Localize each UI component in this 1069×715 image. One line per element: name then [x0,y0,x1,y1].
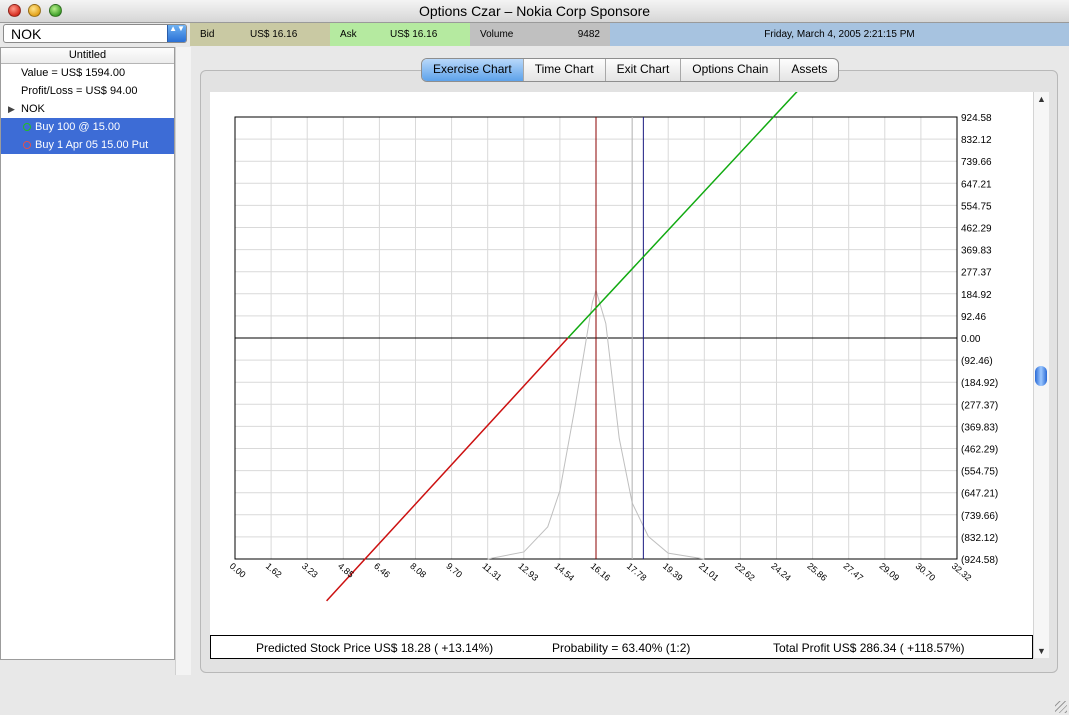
tab-exit-chart[interactable]: Exit Chart [606,59,682,81]
chart-vertical-scrollbar[interactable]: ▲ ▼ [1033,92,1049,658]
x-tick-label: 14.54 [553,561,577,583]
x-tick-label: 1.62 [264,561,284,580]
profit-loss-line [567,92,798,339]
symbol-select[interactable]: NOK ▲▼ [3,24,187,43]
position-label: Buy 100 @ 15.00 [35,121,121,133]
exercise-chart[interactable]: 924.58 832.12 739.66 647.21 554.75 462.29 369.… [210,92,1033,658]
profit-lines-group [326,92,798,602]
window-resize-grip[interactable] [1055,701,1067,713]
y-tick-label: (832.12) [961,533,998,544]
tab-time-chart[interactable]: Time Chart [524,59,606,81]
x-tick-label: 30.70 [914,561,938,583]
portfolio-sidebar: Untitled Value = US$ 1594.00 Profit/Loss… [0,47,175,660]
y-tick-label: 462.29 [961,224,992,235]
y-tick-label: 184.92 [961,290,992,301]
y-tick-label: (92.46) [961,356,993,367]
predicted-price-text: Predicted Stock Price US$ 18.28 ( +13.14… [256,641,494,655]
quote-bar: Bid US$ 16.16 Ask US$ 16.16 Volume 9482 … [190,23,1069,46]
scroll-down-arrow-icon[interactable]: ▼ [1037,646,1046,656]
y-tick-label: (369.83) [961,422,998,433]
y-tick-label: 832.12 [961,135,992,146]
ask-label: Ask [340,29,357,40]
y-tick-label: 924.58 [961,113,992,124]
y-tick-label: (277.37) [961,400,998,411]
bid-label: Bid [200,29,215,40]
y-tick-label: 277.37 [961,268,992,279]
x-tick-label: 19.39 [661,561,685,583]
quote-datetime: Friday, March 4, 2005 2:21:15 PM [610,23,1069,46]
y-tick-label: 647.21 [961,179,992,190]
probability-text: Probability = 63.40% (1:2) [552,641,691,655]
updown-arrow-icon: ▲▼ [167,25,186,42]
x-tick-label: 27.47 [841,561,865,583]
position-row[interactable]: Buy 100 @ 15.00 [1,118,174,136]
x-tick-label: 22.62 [733,561,757,583]
scroll-up-arrow-icon[interactable]: ▲ [1037,94,1046,104]
tab-exercise-chart[interactable]: Exercise Chart [422,59,524,81]
x-tick-label: 21.01 [697,561,721,583]
disclosure-triangle-icon[interactable]: ▶ [8,100,15,118]
y-tick-label: (647.21) [961,489,998,500]
x-tick-label: 9.70 [444,561,464,580]
x-tick-label: 24.24 [769,561,793,583]
x-tick-label: 0.00 [228,561,248,580]
x-tick-label: 25.86 [805,561,829,583]
bid-cell: Bid US$ 16.16 [190,23,330,46]
exercise-chart-panel: 924.58 832.12 739.66 647.21 554.75 462.29 369.… [210,92,1033,658]
y-tick-label: (462.29) [961,445,998,456]
y-tick-label: 369.83 [961,246,992,257]
x-tick-label: 17.78 [625,561,649,583]
x-tick-label: 3.23 [300,561,320,580]
portfolio-profit-loss[interactable]: Profit/Loss = US$ 94.00 [1,82,174,100]
volume-cell: Volume 9482 [470,23,610,46]
volume-value: 9482 [577,29,600,40]
profit-loss-line [326,337,569,602]
prediction-status-bar: Predicted Stock Price US$ 18.28 ( +13.14… [210,635,1033,659]
symbol-group-label: NOK [21,103,45,115]
bid-value: US$ 16.16 [250,29,298,40]
tab-options-chain[interactable]: Options Chain [681,59,781,81]
chart-tabs: Exercise Chart Time Chart Exit Chart Opt… [421,58,840,82]
ask-value: US$ 16.16 [390,29,438,40]
x-tick-label: 16.16 [589,561,613,583]
x-tick-label: 4.85 [336,561,356,580]
position-label: Buy 1 Apr 05 15.00 Put [35,139,149,151]
y-tick-label: 739.66 [961,157,992,168]
total-profit-text: Total Profit US$ 286.34 ( +118.57%) [773,641,965,655]
portfolio-header[interactable]: Untitled [1,48,174,64]
portfolio-value[interactable]: Value = US$ 1594.00 [1,64,174,82]
sidebar-scrollbar[interactable] [175,47,191,675]
x-tick-label: 12.93 [517,561,541,583]
scroll-thumb[interactable] [1035,366,1047,386]
volume-label: Volume [480,29,514,40]
ask-cell: Ask US$ 16.16 [330,23,470,46]
symbol-select-value: NOK [11,26,42,42]
x-tick-label: 29.09 [878,561,902,583]
red-circle-icon [23,141,31,149]
tab-assets[interactable]: Assets [780,59,838,81]
y-tick-label: (184.92) [961,378,998,389]
x-tick-label: 8.08 [408,561,428,580]
title-bar: Options Czar – Nokia Corp Sponsore [0,0,1069,23]
x-tick-label: 11.31 [480,561,503,583]
y-tick-label: 554.75 [961,201,992,212]
x-tick-label: 6.46 [372,561,392,580]
green-circle-icon [23,123,31,131]
y-tick-label: (554.75) [961,467,998,478]
y-tick-label: 92.46 [961,312,986,323]
symbol-group-row[interactable]: ▶ NOK [1,100,174,118]
y-tick-label: 0.00 [961,334,981,345]
y-tick-label: (739.66) [961,511,998,522]
y-tick-label: (924.58) [961,555,998,566]
position-row[interactable]: Buy 1 Apr 05 15.00 Put [1,136,174,154]
window-title: Options Czar – Nokia Corp Sponsore [418,3,651,19]
